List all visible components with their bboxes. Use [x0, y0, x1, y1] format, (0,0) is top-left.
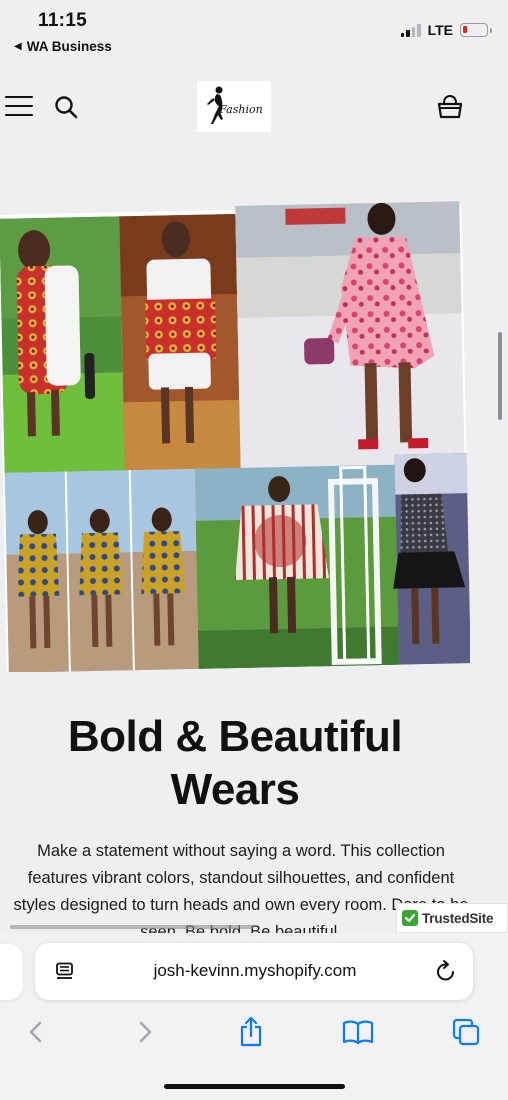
share-icon[interactable] [235, 1016, 267, 1048]
status-indicators: LTE [400, 22, 492, 38]
previous-tab-preview[interactable] [0, 944, 23, 1000]
cart-icon[interactable] [437, 94, 463, 120]
forward-icon[interactable] [129, 1016, 161, 1048]
status-time: 11:15 [38, 10, 88, 31]
store-logo[interactable]: Fashion [197, 81, 271, 132]
search-icon[interactable] [54, 95, 78, 119]
page-scroll-bar [10, 925, 254, 929]
hero-collage-image [0, 200, 470, 672]
back-to-app-link[interactable]: ◀ WA Business [14, 39, 112, 54]
phone-screen: 11:15 ◀ WA Business LTE Fashion Bold & B… [0, 0, 508, 1100]
page-menu-icon[interactable] [55, 962, 77, 982]
back-app-label: WA Business [26, 39, 112, 54]
signal-icon [400, 23, 421, 37]
back-triangle-icon: ◀ [14, 41, 22, 52]
collection-title: Bold & Beautiful [67, 712, 403, 761]
tabs-icon[interactable] [450, 1016, 482, 1048]
trusted-site-badge[interactable]: TrustedSite [396, 903, 508, 933]
reload-icon[interactable] [435, 959, 457, 983]
url-text[interactable]: josh-kevinn.myshopify.com [105, 961, 405, 981]
address-bar[interactable]: josh-kevinn.myshopify.com [35, 943, 473, 1000]
back-icon[interactable] [20, 1016, 52, 1048]
checkmark-icon [402, 910, 418, 926]
scroll-indicator[interactable] [498, 332, 502, 420]
menu-icon[interactable] [5, 96, 33, 116]
battery-icon [460, 23, 492, 37]
network-label: LTE [427, 22, 453, 38]
collection-title-line-2: Wears [170, 765, 300, 814]
bookmarks-icon[interactable] [342, 1016, 374, 1048]
home-indicator[interactable] [164, 1084, 345, 1089]
model-silhouette-icon [207, 86, 223, 124]
trusted-site-label: TrustedSite [422, 910, 494, 926]
